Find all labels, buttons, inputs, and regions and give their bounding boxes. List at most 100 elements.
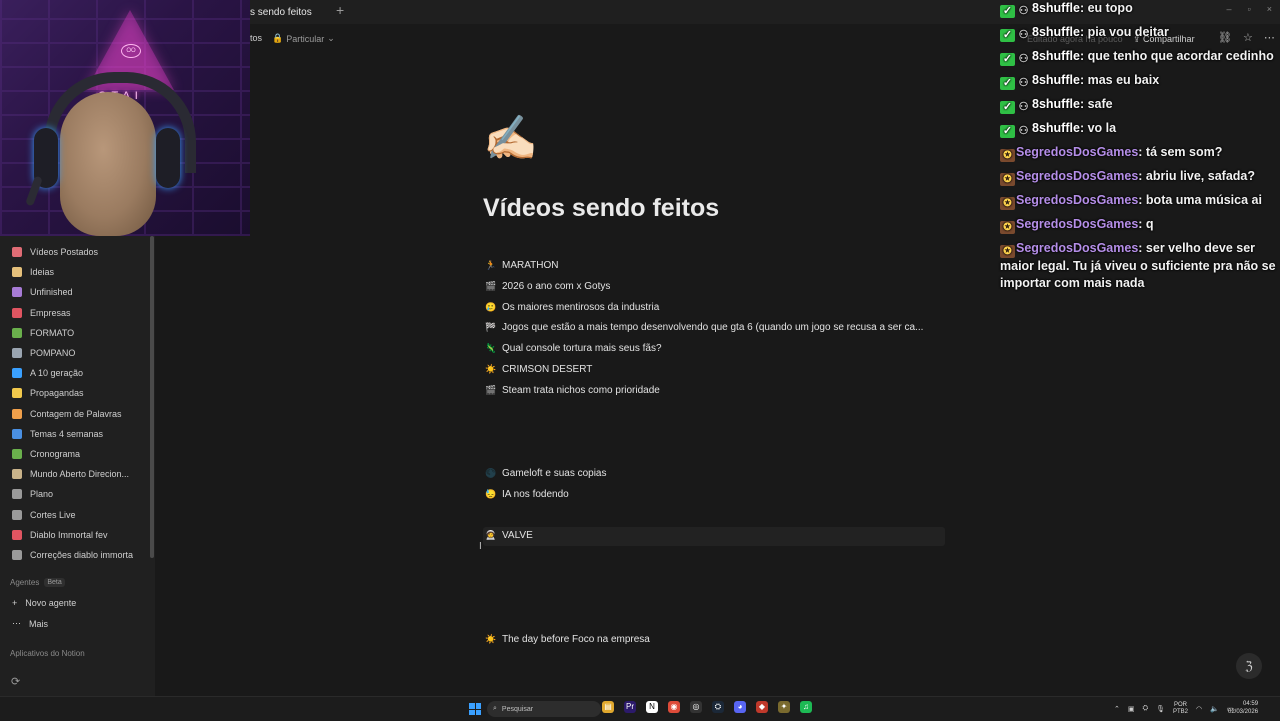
language-indicator[interactable]: POR PTB2: [1173, 702, 1188, 716]
page-link-icon: 🎬: [485, 385, 497, 395]
page-link[interactable]: 🦎 Qual console tortura mais seus fãs?: [485, 343, 662, 354]
chrome-icon[interactable]: ◉: [668, 701, 680, 713]
breadcrumb-privacy[interactable]: 🔒 Particular ⌄: [272, 33, 335, 44]
neon-circle-sign: OO: [121, 44, 141, 58]
sidebar-item[interactable]: Empresas: [0, 303, 148, 323]
discord-icon[interactable]: ◕: [734, 701, 746, 713]
page-link-label: Qual console tortura mais seus fãs?: [502, 343, 662, 354]
chat-text: q: [1145, 217, 1154, 231]
sidebar-item[interactable]: Ideias: [0, 262, 148, 282]
verified-badge-icon: ✓: [1000, 29, 1015, 42]
chat-username[interactable]: 8shuffle: [1032, 25, 1080, 39]
sidebar-item[interactable]: FORMATO: [0, 323, 148, 343]
help-circle-icon[interactable]: ⟳: [11, 675, 20, 688]
sidebar-item[interactable]: Mundo Aberto Direcion...: [0, 464, 148, 484]
system-clock[interactable]: 04:59 02/03/2026: [1228, 700, 1258, 716]
ai-face-icon: ℨ: [1245, 659, 1253, 673]
page-link-label: VALVE: [502, 530, 533, 541]
chat-username[interactable]: 8shuffle: [1032, 97, 1080, 111]
page-link[interactable]: 🎬 Steam trata nichos como prioridade: [485, 385, 659, 396]
sidebar-item[interactable]: Diablo Immortal fev: [0, 525, 148, 545]
note-icon: [12, 408, 22, 419]
obs-icon[interactable]: ◎: [690, 701, 702, 713]
channel-badge-icon: ✪: [1000, 173, 1015, 186]
windows-taskbar: ⌕ Pesquisar ▤ Pr N ◉ ◎ ⛭ ◕ ◆ ✦ ♫ ⌃ ▣ ⛭ 🎙…: [0, 696, 1280, 721]
page-link[interactable]: 🥲 Os maiores mentirosos da industria: [485, 302, 659, 313]
page-link[interactable]: 🏁 Jogos que estão a mais tempo desenvolve…: [485, 322, 923, 333]
chat-username[interactable]: SegredosDosGames: [1016, 193, 1138, 207]
windows-start-icon[interactable]: [469, 703, 481, 715]
page-link-icon: 🌑: [485, 468, 497, 478]
sidebar-item-label: Correções diablo immorta: [30, 549, 134, 560]
sidebar-item[interactable]: Temas 4 semanas: [0, 424, 148, 444]
channel-badge-icon: ✪: [1000, 197, 1015, 210]
page-link[interactable]: 🌑 Gameloft e suas copias: [485, 468, 606, 479]
taskbar-search[interactable]: ⌕ Pesquisar: [487, 701, 601, 717]
page-link[interactable]: 🏃 MARATHON: [485, 260, 558, 271]
page-link[interactable]: ☀️ The day before Foco na empresa: [485, 634, 649, 645]
language-bottom: PTB2: [1173, 709, 1189, 715]
breadcrumb-page[interactable]: tos: [250, 33, 262, 43]
app-misc-icon[interactable]: ✦: [778, 701, 790, 713]
notion-apps-header[interactable]: Aplicativos do Notion: [10, 649, 85, 658]
chat-text: pia vou deitar: [1087, 25, 1169, 39]
notion-ai-button[interactable]: ℨ: [1236, 653, 1262, 679]
gamepad-badge-icon: ⚇: [1018, 125, 1029, 137]
sidebar-item[interactable]: Correções diablo immorta: [0, 545, 148, 565]
chat-username[interactable]: 8shuffle: [1032, 121, 1080, 135]
chat-username[interactable]: SegredosDosGames: [1016, 145, 1138, 159]
chat-text: que tenho que acordar cedinho: [1087, 49, 1274, 63]
tray-app-icon[interactable]: ▣: [1128, 705, 1135, 713]
more-button[interactable]: ⋯ Mais: [12, 618, 48, 629]
page-link-icon: 😓: [485, 489, 497, 499]
gamepad-badge-icon: ⚇: [1018, 5, 1029, 17]
chat-message: ✪ SegredosDosGames: q: [1000, 216, 1276, 234]
chat-username[interactable]: 8shuffle: [1032, 1, 1080, 15]
chat-username[interactable]: SegredosDosGames: [1016, 241, 1138, 255]
sidebar-item[interactable]: Unfinished: [0, 282, 148, 302]
sidebar-item[interactable]: POMPANO: [0, 343, 148, 363]
sidebar-item[interactable]: Propagandas: [0, 383, 148, 403]
page-title[interactable]: Vídeos sendo feitos: [483, 194, 719, 223]
tray-chevron-icon[interactable]: ⌃: [1114, 705, 1120, 713]
tray-steam-icon[interactable]: ⛭: [1143, 705, 1149, 713]
wifi-icon[interactable]: ◠: [1196, 705, 1202, 713]
notion-icon[interactable]: N: [646, 701, 658, 713]
steam-icon[interactable]: ⛭: [712, 701, 724, 713]
sidebar-item[interactable]: Vídeos Postados: [0, 242, 148, 262]
sidebar-item[interactable]: A 10 geração: [0, 363, 148, 383]
chat-username[interactable]: 8shuffle: [1032, 49, 1080, 63]
volume-icon[interactable]: 🔈: [1210, 705, 1219, 713]
sidebar-item-label: Plano: [30, 489, 54, 500]
tab-active[interactable]: s sendo feitos: [250, 0, 312, 24]
new-tab-button[interactable]: +: [336, 2, 344, 18]
app-red-icon[interactable]: ◆: [756, 701, 768, 713]
chat-message: ✪ SegredosDosGames: tá sem som?: [1000, 144, 1276, 162]
page-link[interactable]: ☀️ CRIMSON DESERT: [485, 364, 592, 375]
verified-badge-icon: ✓: [1000, 77, 1015, 90]
page-link[interactable]: 🎬 2026 o ano com x Gotys: [485, 281, 610, 292]
spotify-icon[interactable]: ♫: [800, 701, 812, 713]
sidebar-item[interactable]: Cortes Live: [0, 504, 148, 524]
chat-username[interactable]: SegredosDosGames: [1016, 217, 1138, 231]
sidebar-item[interactable]: Contagem de Palavras: [0, 404, 148, 424]
chat-username[interactable]: 8shuffle: [1032, 73, 1080, 87]
page-link[interactable]: 🧑‍🚀 VALVE: [485, 530, 533, 541]
sidebar-item[interactable]: Cronograma: [0, 444, 148, 464]
file-explorer-icon[interactable]: ▤: [602, 701, 614, 713]
chat-username[interactable]: SegredosDosGames: [1016, 169, 1138, 183]
ellipsis-icon: ⋯: [12, 618, 21, 628]
page-link-label: IA nos fodendo: [502, 489, 569, 500]
sidebar-item[interactable]: Plano: [0, 484, 148, 504]
chat-separator: :: [1079, 25, 1088, 39]
chat-message: ✪ SegredosDosGames: ser velho deve ser ma…: [1000, 240, 1276, 292]
sidebar-item-label: Diablo Immortal fev: [30, 529, 108, 540]
channel-badge-icon: ✪: [1000, 221, 1015, 234]
page-icon[interactable]: ✍🏻: [483, 112, 538, 164]
sidebar-scrollbar[interactable]: [150, 236, 154, 558]
page-link[interactable]: 😓 IA nos fodendo: [485, 489, 569, 500]
tray-mic-icon[interactable]: 🎙: [1156, 705, 1165, 713]
page-link-icon: 🧑‍🚀: [485, 530, 497, 540]
new-agent-button[interactable]: + Novo agente: [12, 598, 76, 608]
premiere-icon[interactable]: Pr: [624, 701, 636, 713]
